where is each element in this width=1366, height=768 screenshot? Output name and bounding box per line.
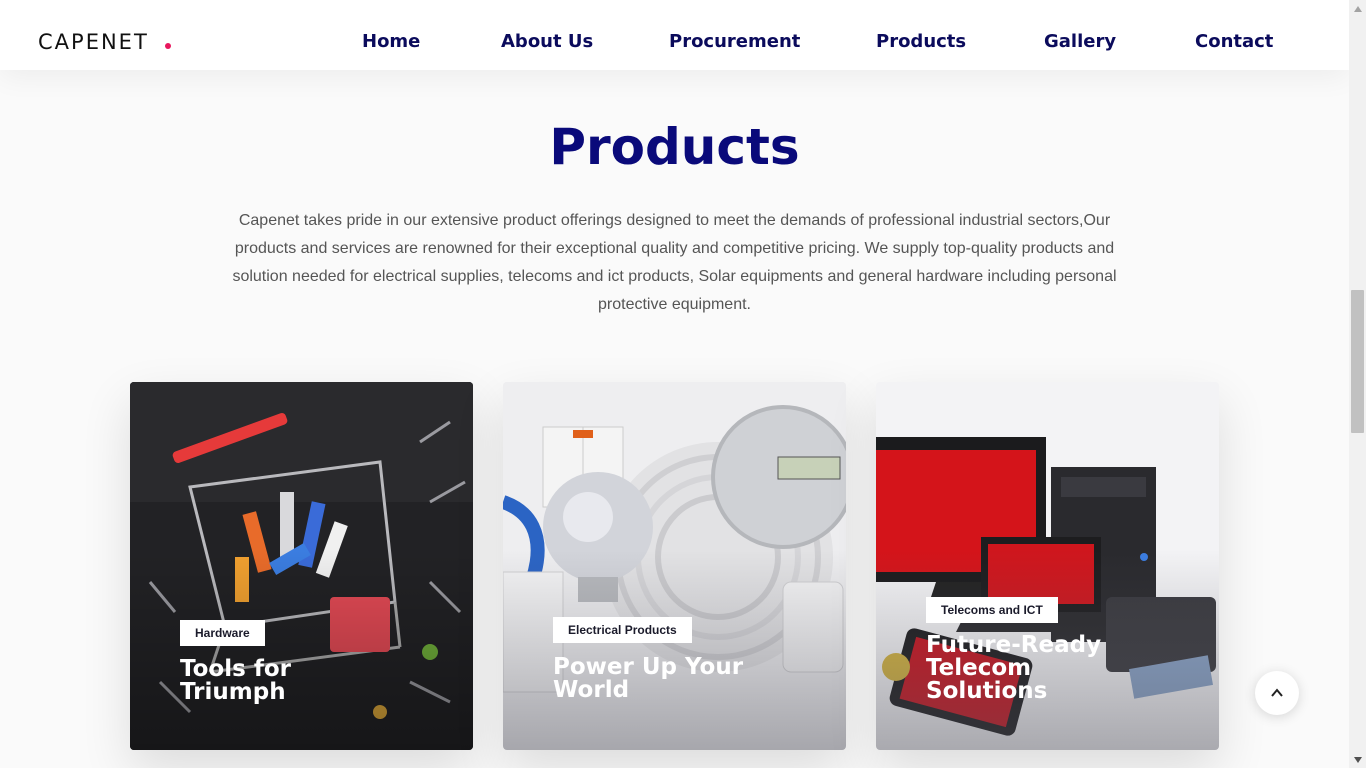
- product-card-telecoms[interactable]: Telecoms and ICT Future-Ready Telecom So…: [876, 382, 1219, 750]
- page: CAPENET Home About Us Procurement Produc…: [0, 0, 1349, 768]
- site-logo[interactable]: CAPENET: [38, 30, 149, 54]
- card-shade: [130, 550, 473, 750]
- nav-procurement[interactable]: Procurement: [669, 31, 800, 52]
- nav-contact[interactable]: Contact: [1195, 31, 1273, 52]
- logo-dot: [165, 43, 171, 49]
- scrollbar-thumb[interactable]: [1351, 290, 1364, 433]
- card-tag: Telecoms and ICT: [926, 597, 1058, 623]
- card-title: Tools for Triumph: [180, 656, 291, 705]
- card-shade: [503, 550, 846, 750]
- site-header: CAPENET Home About Us Procurement Produc…: [0, 0, 1349, 70]
- nav-about-us[interactable]: About Us: [501, 31, 593, 52]
- nav-gallery[interactable]: Gallery: [1044, 31, 1116, 52]
- scroll-up-arrow-icon[interactable]: [1349, 0, 1366, 17]
- section-title: Products: [549, 118, 800, 176]
- page-scrollbar[interactable]: [1349, 0, 1366, 768]
- section-intro: Capenet takes pride in our extensive pro…: [232, 212, 1117, 313]
- nav-products[interactable]: Products: [876, 31, 966, 52]
- nav-home[interactable]: Home: [362, 31, 420, 52]
- card-tag: Electrical Products: [553, 617, 692, 643]
- card-title: Power Up Your World: [553, 654, 744, 703]
- product-card-hardware[interactable]: Hardware Tools for Triumph: [130, 382, 473, 750]
- card-title: Future-Ready Telecom Solutions: [926, 632, 1102, 704]
- scroll-to-top-button[interactable]: [1255, 671, 1299, 715]
- chevron-up-icon: [1271, 688, 1283, 697]
- scroll-down-arrow-icon[interactable]: [1349, 751, 1366, 768]
- card-tag: Hardware: [180, 620, 265, 646]
- product-card-electrical[interactable]: Electrical Products Power Up Your World: [503, 382, 846, 750]
